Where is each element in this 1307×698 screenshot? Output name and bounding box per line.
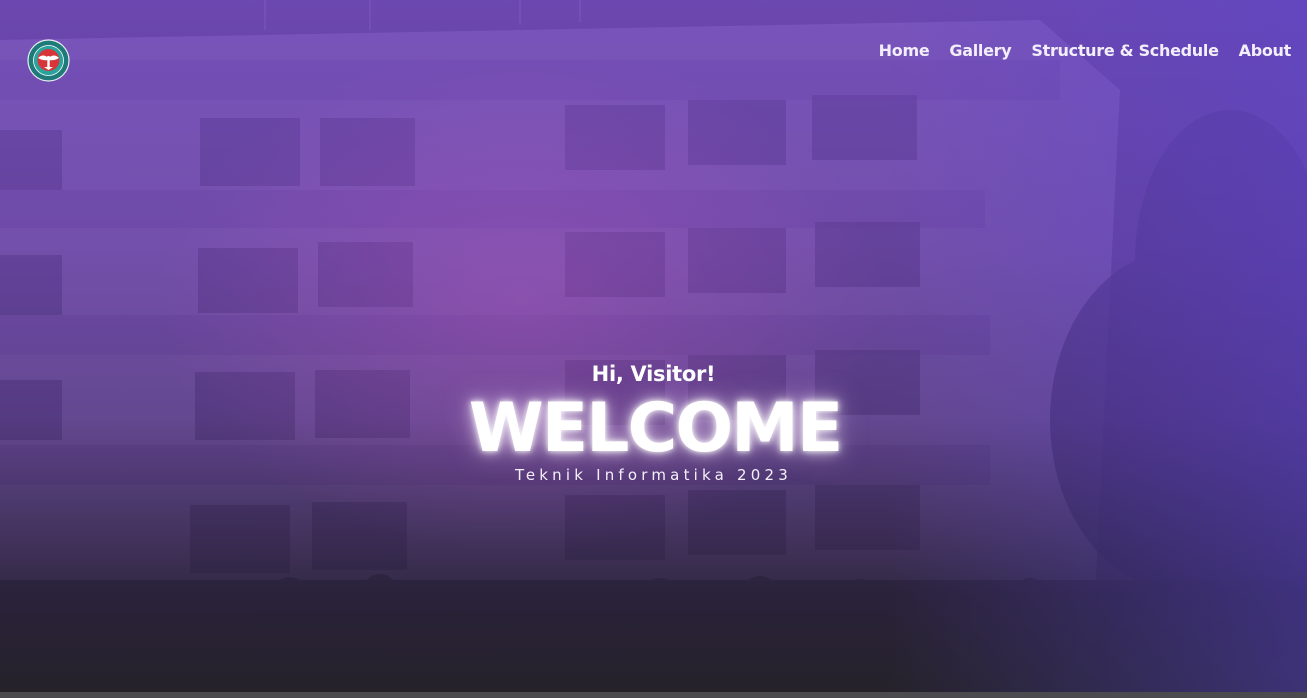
hero-greeting: Hi, Visitor! [591,362,716,386]
hero-content: Hi, Visitor! WELCOME Teknik Informatika … [0,0,1307,698]
window-bottom-border [0,692,1307,698]
hero-subtitle: Teknik Informatika 2023 [515,466,792,484]
hero-headline: WELCOME [468,389,844,468]
hero-section: Home Gallery Structure & Schedule About … [0,0,1307,698]
